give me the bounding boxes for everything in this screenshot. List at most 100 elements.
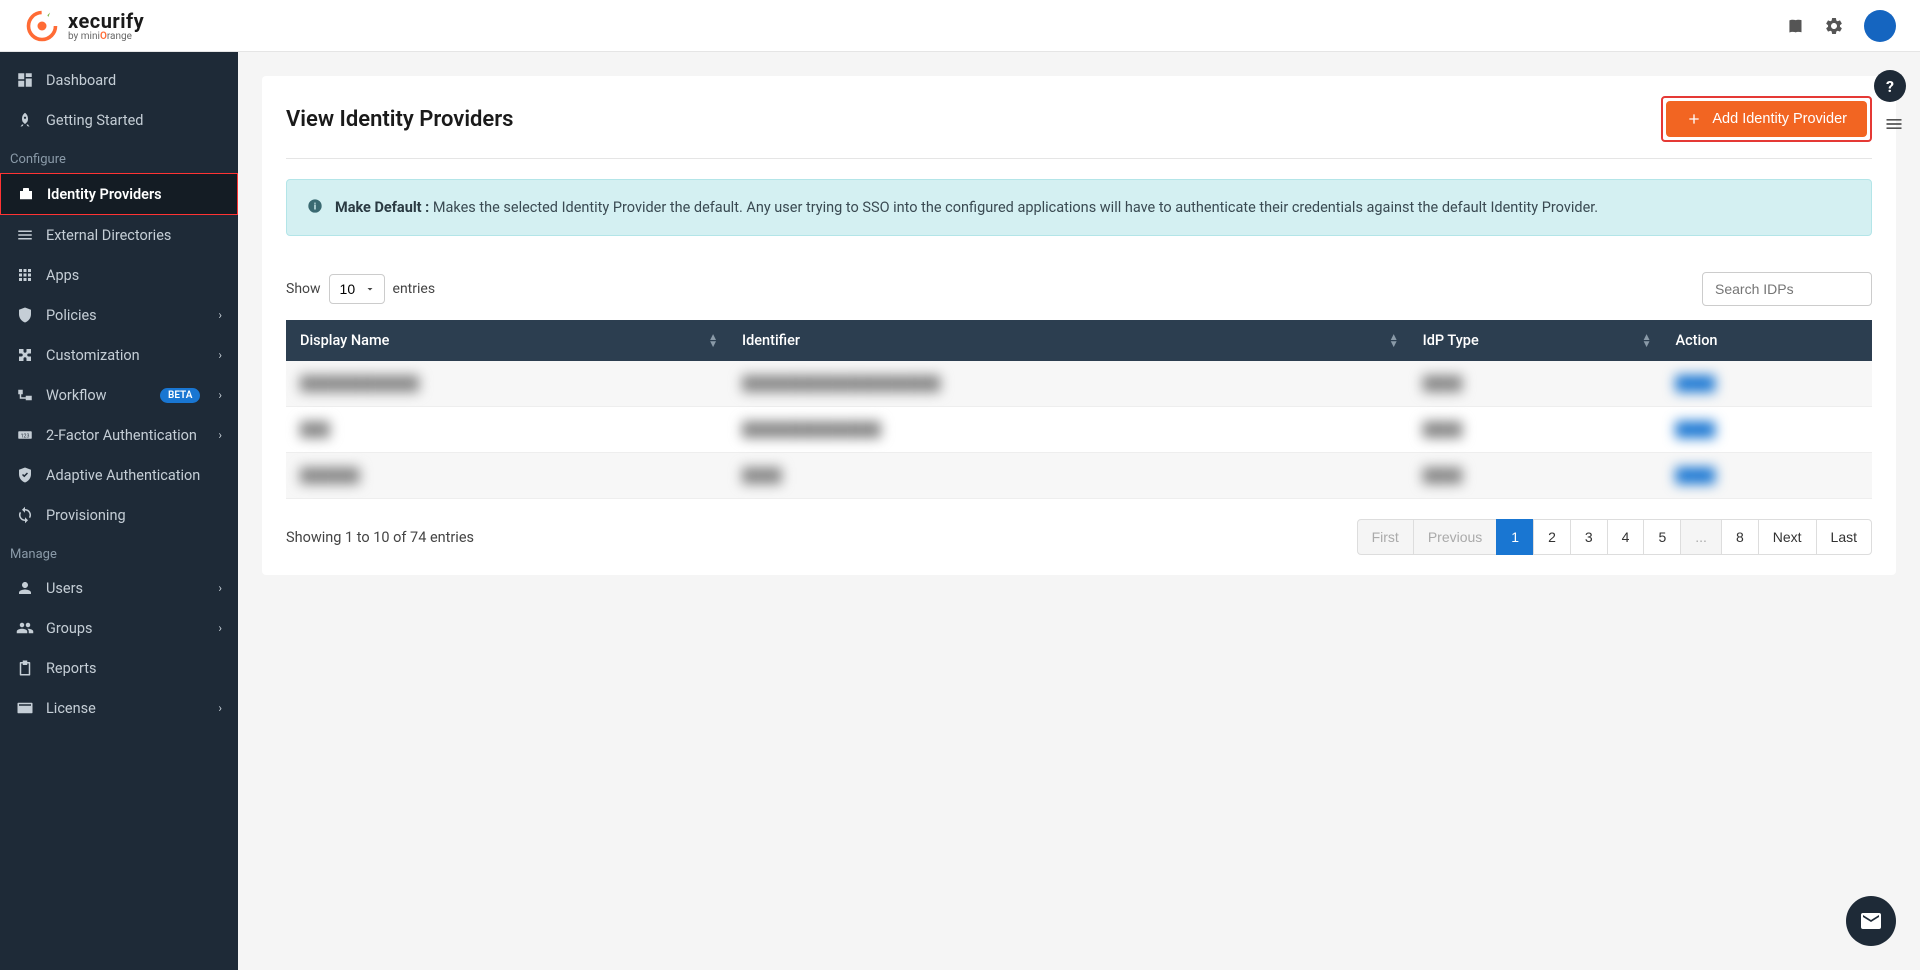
- add-identity-provider-button[interactable]: Add Identity Provider: [1666, 101, 1867, 137]
- sidebar-item-label: Users: [46, 580, 83, 597]
- dashboard-icon: [16, 71, 34, 89]
- avatar[interactable]: [1864, 10, 1896, 42]
- clipboard-icon: [16, 659, 34, 677]
- page-3[interactable]: 3: [1570, 519, 1608, 555]
- page-first[interactable]: First: [1357, 519, 1414, 555]
- cell-redacted: ████: [1675, 422, 1715, 438]
- page-ellipsis: ...: [1680, 519, 1722, 555]
- col-display-name[interactable]: Display Name▲▼: [286, 320, 728, 361]
- header-actions: [1784, 10, 1896, 42]
- sidebar-item-getting-started[interactable]: Getting Started: [0, 100, 238, 140]
- chevron-right-icon: ›: [218, 348, 222, 362]
- sidebar-item-workflow[interactable]: Workflow BETA ›: [0, 375, 238, 415]
- sidebar: Dashboard Getting Started Configure Iden…: [0, 52, 238, 970]
- search-input[interactable]: [1702, 272, 1872, 306]
- cell-redacted: ████: [1423, 468, 1463, 484]
- chat-button[interactable]: [1846, 896, 1896, 946]
- card-icon: [16, 699, 34, 717]
- sidebar-item-label: Apps: [46, 267, 79, 284]
- cell-redacted: ██████: [300, 468, 360, 484]
- top-header: xecurify by miniOrange: [0, 0, 1920, 52]
- entries-label: entries: [393, 281, 436, 297]
- col-action: Action: [1661, 320, 1872, 361]
- col-idp-type[interactable]: IdP Type▲▼: [1409, 320, 1662, 361]
- sidebar-item-label: Groups: [46, 620, 93, 637]
- page-last[interactable]: Last: [1816, 519, 1872, 555]
- page-8[interactable]: 8: [1721, 519, 1759, 555]
- sidebar-item-provisioning[interactable]: Provisioning: [0, 495, 238, 535]
- info-icon: i: [307, 198, 323, 214]
- shield-icon: [16, 306, 34, 324]
- chevron-right-icon: ›: [218, 581, 222, 595]
- sidebar-item-reports[interactable]: Reports: [0, 648, 238, 688]
- help-button[interactable]: ?: [1874, 70, 1906, 102]
- chevron-right-icon: ›: [218, 701, 222, 715]
- cell-redacted: ████████████: [300, 376, 419, 392]
- col-identifier[interactable]: Identifier▲▼: [728, 320, 1409, 361]
- user-icon: [16, 579, 34, 597]
- mail-icon: [1859, 909, 1883, 933]
- cell-redacted: ████: [1675, 376, 1715, 392]
- main-content: View Identity Providers Add Identity Pro…: [238, 52, 1920, 970]
- table-row: ██████ ████ ████ ████: [286, 453, 1872, 499]
- cell-redacted: ████: [1423, 422, 1463, 438]
- puzzle-icon: [16, 346, 34, 364]
- sidebar-section-manage: Manage: [0, 535, 238, 568]
- apps-icon: [16, 266, 34, 284]
- page-2[interactable]: 2: [1533, 519, 1571, 555]
- brand-sub: by miniOrange: [68, 31, 144, 42]
- page-previous[interactable]: Previous: [1413, 519, 1497, 555]
- entries-select[interactable]: 10: [329, 274, 385, 304]
- cell-redacted: ████: [1675, 468, 1715, 484]
- table-row: ███ ██████████████ ████ ████: [286, 407, 1872, 453]
- beta-badge: BETA: [160, 388, 200, 403]
- idp-table: Display Name▲▼ Identifier▲▼ IdP Type▲▼ A…: [286, 320, 1872, 499]
- sidebar-item-groups[interactable]: Groups ›: [0, 608, 238, 648]
- pagination: First Previous 1 2 3 4 5 ... 8 Next Last: [1357, 519, 1872, 555]
- cell-redacted: ████████████████████: [742, 376, 940, 392]
- page-next[interactable]: Next: [1758, 519, 1817, 555]
- sidebar-item-label: External Directories: [46, 227, 171, 244]
- sidebar-item-label: Identity Providers: [47, 186, 162, 203]
- sidebar-item-identity-providers[interactable]: Identity Providers: [0, 173, 238, 215]
- sidebar-item-customization[interactable]: Customization ›: [0, 335, 238, 375]
- sidebar-item-label: Adaptive Authentication: [46, 467, 200, 484]
- brand-name: xecurify: [68, 9, 144, 33]
- page-1[interactable]: 1: [1496, 519, 1534, 555]
- page-4[interactable]: 4: [1607, 519, 1645, 555]
- sidebar-item-label: Reports: [46, 660, 97, 677]
- sidebar-item-apps[interactable]: Apps: [0, 255, 238, 295]
- sidebar-item-policies[interactable]: Policies ›: [0, 295, 238, 335]
- sync-icon: [16, 506, 34, 524]
- add-button-label: Add Identity Provider: [1712, 111, 1847, 127]
- list-icon: [16, 226, 34, 244]
- gear-icon[interactable]: [1824, 16, 1844, 36]
- sidebar-item-license[interactable]: License ›: [0, 688, 238, 728]
- sidebar-item-users[interactable]: Users ›: [0, 568, 238, 608]
- sidebar-item-label: Workflow: [46, 387, 107, 404]
- sidebar-item-2fa[interactable]: 123 2-Factor Authentication ›: [0, 415, 238, 455]
- chevron-right-icon: ›: [218, 428, 222, 442]
- divider: [286, 158, 1872, 159]
- entries-selector: Show 10 entries: [286, 274, 435, 304]
- sidebar-item-label: License: [46, 700, 96, 717]
- chevron-right-icon: ›: [218, 621, 222, 635]
- side-panel-toggle-icon[interactable]: [1884, 114, 1904, 138]
- sidebar-item-adaptive-auth[interactable]: Adaptive Authentication: [0, 455, 238, 495]
- sidebar-item-dashboard[interactable]: Dashboard: [0, 60, 238, 100]
- code-icon: 123: [16, 426, 34, 444]
- add-button-highlight: Add Identity Provider: [1661, 96, 1872, 142]
- page-5[interactable]: 5: [1643, 519, 1681, 555]
- alert-title: Make Default :: [335, 199, 429, 216]
- brand-logo[interactable]: xecurify by miniOrange: [24, 8, 144, 44]
- chevron-right-icon: ›: [218, 308, 222, 322]
- cell-redacted: ████: [1423, 376, 1463, 392]
- shield-check-icon: [16, 466, 34, 484]
- sidebar-item-label: Getting Started: [46, 112, 143, 129]
- sidebar-item-label: 2-Factor Authentication: [46, 427, 197, 444]
- sidebar-item-external-directories[interactable]: External Directories: [0, 215, 238, 255]
- cell-redacted: ███: [300, 422, 330, 438]
- info-alert: i Make Default : Makes the selected Iden…: [286, 179, 1872, 236]
- book-icon[interactable]: [1784, 16, 1804, 36]
- page-title: View Identity Providers: [286, 107, 513, 132]
